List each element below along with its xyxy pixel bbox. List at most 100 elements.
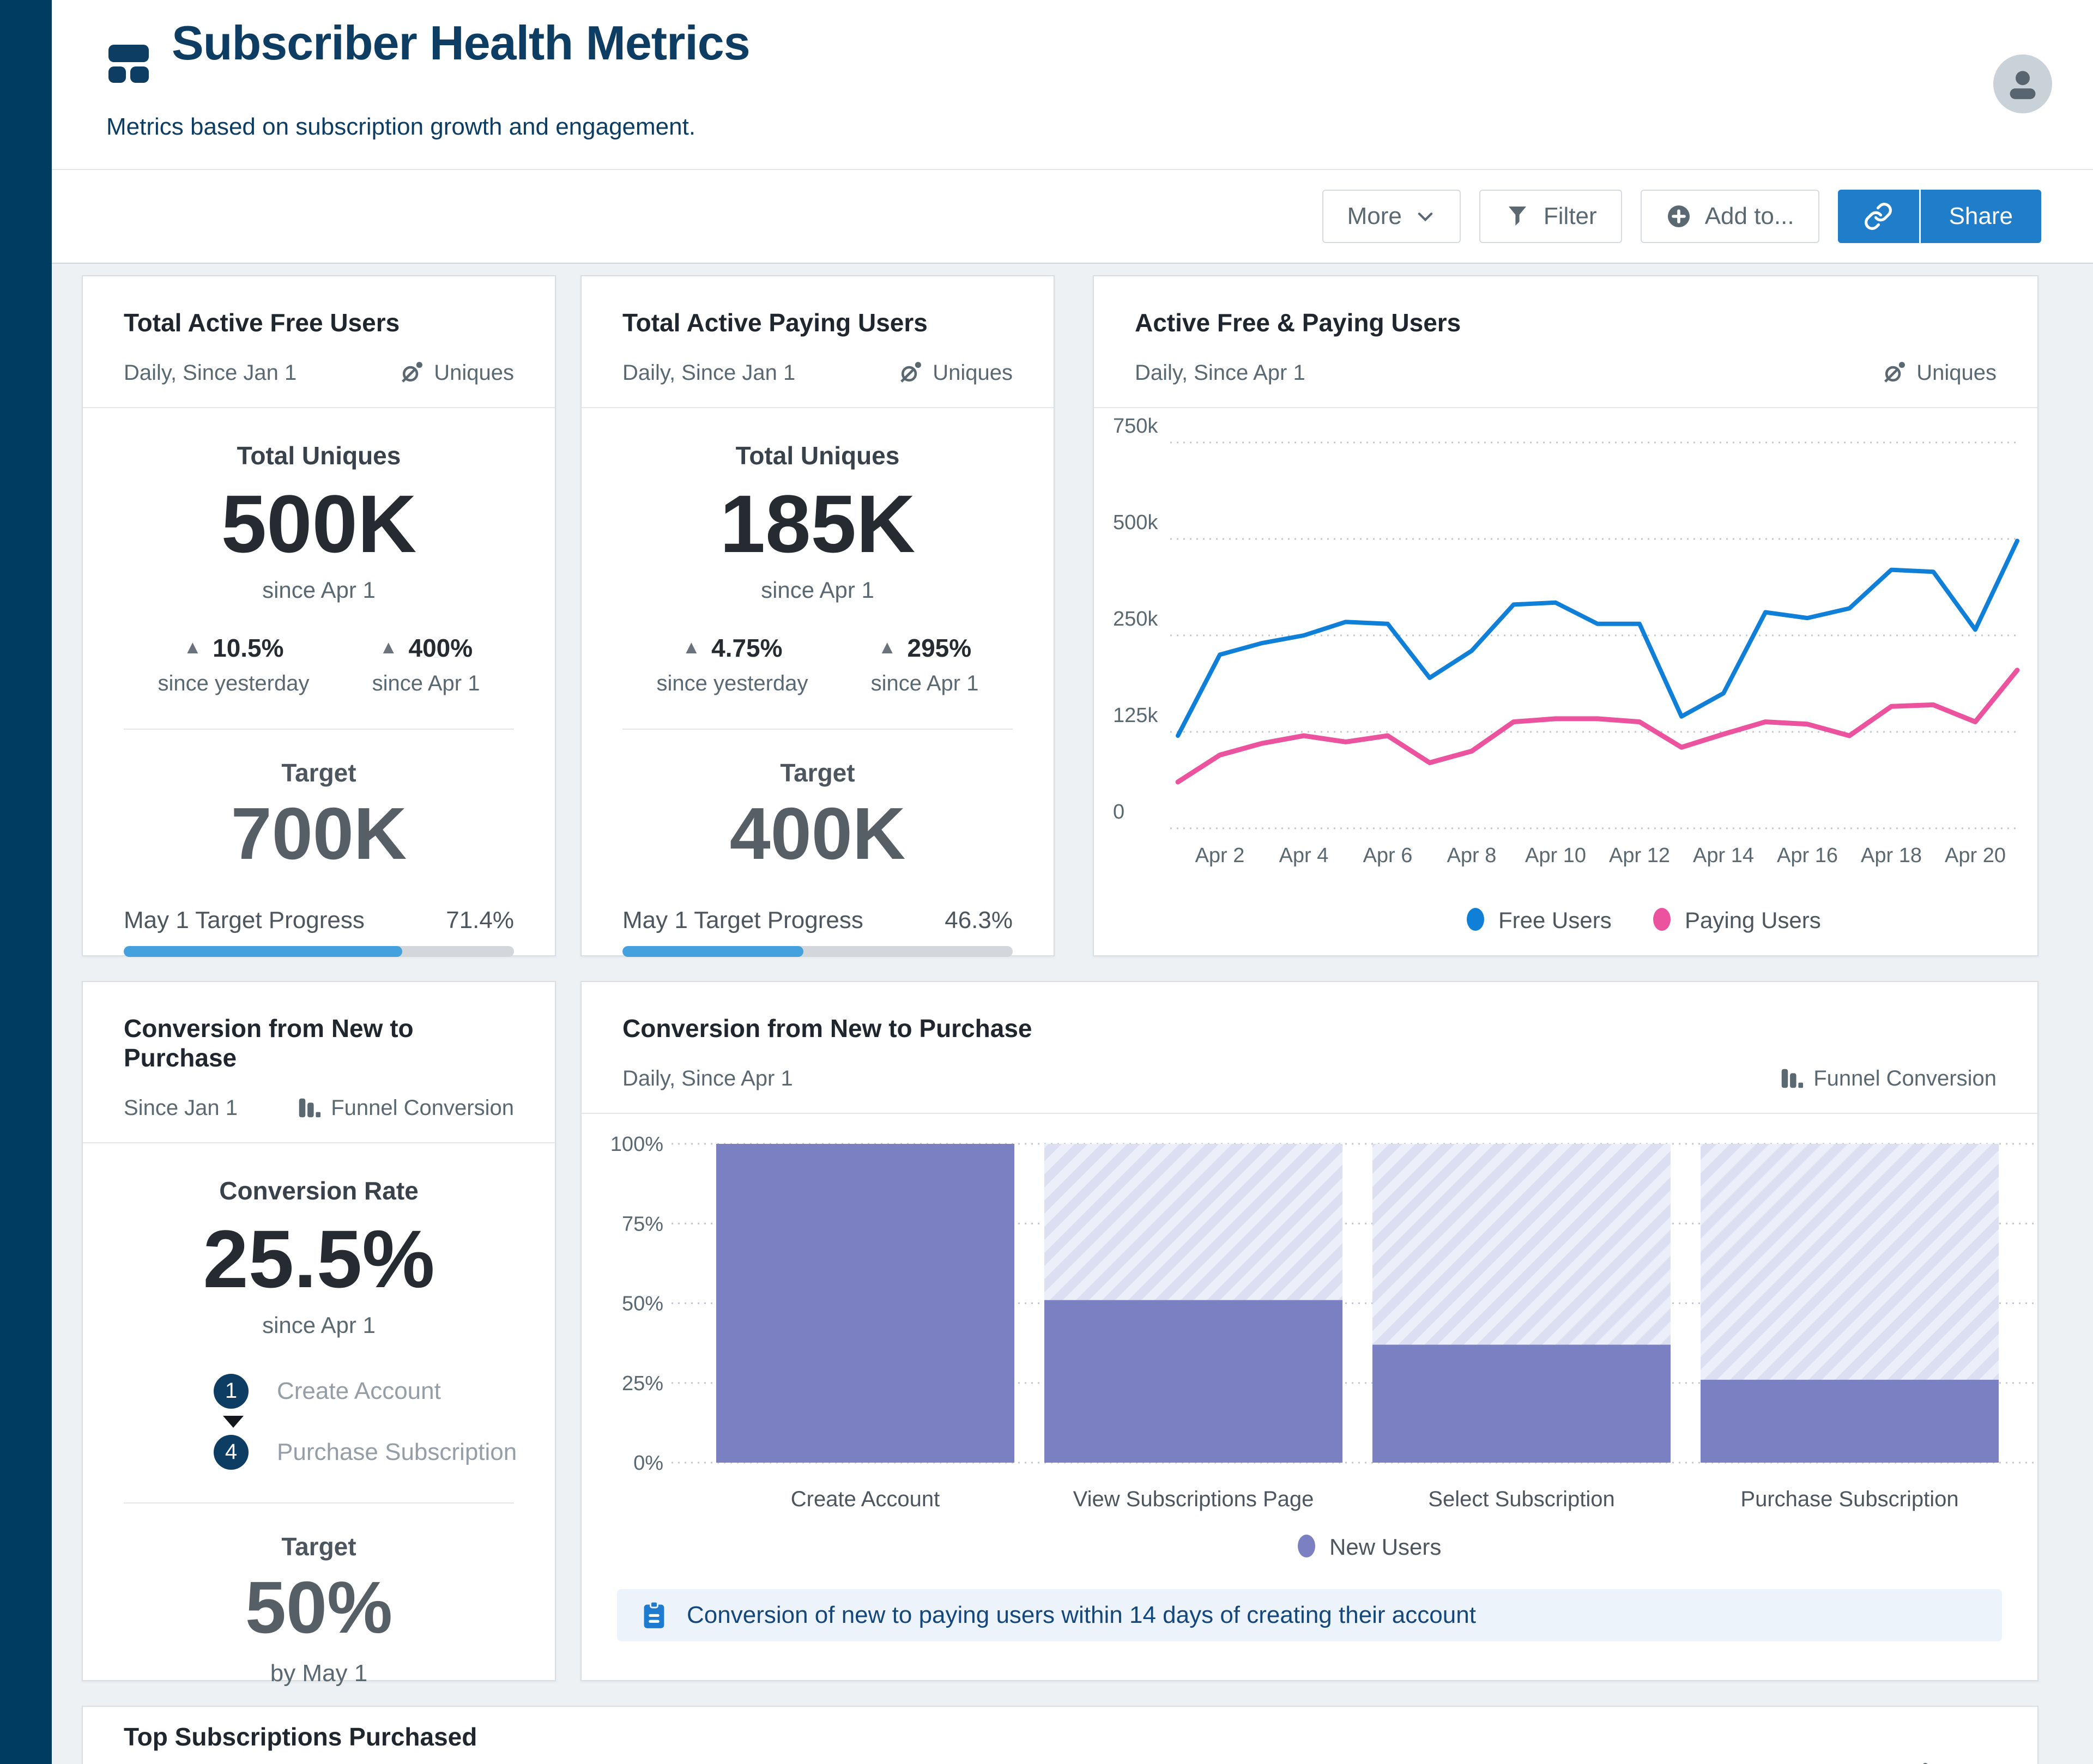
svg-text:25%: 25%	[622, 1372, 663, 1395]
delta-yesterday: ▲ 10.5% since yesterday	[158, 633, 310, 695]
filter-button[interactable]: Filter	[1479, 190, 1622, 243]
card-head: Total Active Free Users Daily, Since Jan…	[83, 276, 555, 408]
filter-button-label: Filter	[1543, 203, 1597, 229]
more-button-label: More	[1347, 203, 1402, 229]
target-value: 50%	[245, 1566, 393, 1648]
up-triangle-icon: ▲	[379, 637, 398, 658]
uniques-icon	[900, 362, 922, 383]
svg-text:125k: 125k	[1113, 704, 1158, 727]
svg-text:New Users: New Users	[1329, 1534, 1441, 1560]
dashboard-page: Subscriber Health Metrics Metrics based …	[0, 0, 2093, 1764]
card-body: Total Uniques 500K since Apr 1 ▲ 10.5% si…	[83, 441, 555, 957]
card-title: Active Free & Paying Users	[1135, 308, 1461, 337]
up-triangle-icon: ▲	[183, 637, 202, 658]
funnel-steps: 1 Create Account 4 Purchase Subscription	[214, 1373, 555, 1470]
more-button[interactable]: More	[1322, 190, 1461, 243]
divider	[622, 728, 1013, 730]
delta-yesterday: ▲ 4.75% since yesterday	[656, 633, 808, 695]
metric-mode: Uniques	[399, 360, 514, 385]
share-button-label: Share	[1949, 203, 2013, 229]
copy-link-button[interactable]	[1837, 190, 1921, 243]
divider	[124, 728, 514, 730]
card-total-active-free-users: Total Active Free Users Daily, Since Jan…	[82, 275, 556, 957]
progress-bar	[622, 946, 1013, 957]
page-title: Subscriber Health Metrics	[172, 16, 751, 70]
card-title: Conversion from New to Purchase	[124, 1014, 414, 1072]
metric-mode: Funnel Conversion	[1779, 1066, 1997, 1091]
svg-text:Paying Users: Paying Users	[1685, 907, 1821, 933]
person-icon	[2010, 71, 2036, 99]
svg-text:50%: 50%	[622, 1293, 663, 1316]
add-to-button[interactable]: Add to...	[1640, 190, 1819, 243]
add-to-button-label: Add to...	[1704, 203, 1794, 229]
card-subtitle: Daily, Since Jan 1	[622, 360, 796, 385]
funnel-conversion-icon	[299, 1098, 321, 1118]
svg-text:Create Account: Create Account	[791, 1487, 940, 1511]
filter-funnel-icon	[1504, 203, 1531, 229]
svg-text:100%: 100%	[610, 1133, 663, 1156]
funnel-conversion-icon	[1782, 1069, 1804, 1088]
target-caption: by May 1	[270, 1660, 368, 1687]
metric-since: since Apr 1	[262, 1312, 376, 1338]
card-subtitle: Daily, Since Apr 1	[622, 1066, 793, 1090]
progress-bar-fill	[124, 946, 403, 957]
funnel-step-1: 1 Create Account	[214, 1373, 555, 1409]
metric-mode: Funnel Conversion	[296, 1095, 514, 1120]
svg-text:Apr 2: Apr 2	[1195, 844, 1245, 867]
clipboard-icon	[644, 1601, 664, 1628]
progress-bar	[124, 946, 514, 957]
svg-text:Free Users: Free Users	[1498, 907, 1612, 933]
card-body: Conversion Rate 25.5% since Apr 1 1 Crea…	[83, 1176, 555, 1687]
target-label: Target	[281, 1532, 356, 1561]
svg-text:Apr 12: Apr 12	[1609, 844, 1670, 867]
svg-text:Apr 20: Apr 20	[1945, 844, 2006, 867]
metric-label: Total Uniques	[735, 441, 900, 470]
svg-text:Apr 10: Apr 10	[1525, 844, 1586, 867]
card-title: Total Active Paying Users	[622, 308, 928, 337]
card-head: Conversion from New to Purchase Daily, S…	[582, 982, 2037, 1114]
svg-text:Purchase Subscription: Purchase Subscription	[1740, 1487, 1958, 1511]
svg-text:Apr 16: Apr 16	[1777, 844, 1838, 867]
card-head: Top Subscriptions Purchased Daily, Apr-J…	[83, 1707, 2037, 1764]
target-label: Target	[281, 758, 356, 787]
metric-value: 500K	[221, 478, 417, 569]
card-title: Total Active Free Users	[124, 308, 400, 337]
card-head: Active Free & Paying Users Daily, Since …	[1094, 276, 2037, 408]
card-head: Conversion from New to Purchase Since Ja…	[83, 982, 555, 1143]
funnel-step-2: 4 Purchase Subscription	[214, 1434, 555, 1470]
svg-text:View Subscriptions Page: View Subscriptions Page	[1073, 1487, 1314, 1511]
card-subtitle: Daily, Since Apr 1	[1135, 360, 1305, 385]
metric-since: since Apr 1	[262, 577, 376, 603]
card-subtitle: Since Jan 1	[124, 1095, 238, 1120]
svg-text:75%: 75%	[622, 1213, 663, 1235]
target-value: 400K	[729, 792, 906, 875]
divider	[124, 1502, 514, 1504]
target-label: Target	[780, 758, 855, 787]
svg-text:250k: 250k	[1113, 608, 1158, 631]
share-button[interactable]: Share	[1920, 190, 2041, 243]
card-active-free-paying-users-chart: 750k 500k 250k 125k 0 Apr 2 Apr 4 Apr 6 Apr 8 Apr…	[1093, 275, 2038, 956]
toolbar: More Filter Add to... Share	[52, 170, 2093, 264]
metric-mode: Uniques	[898, 360, 1013, 385]
card-top-subscriptions: Top Subscriptions Purchased Daily, Apr-J…	[82, 1706, 2038, 1764]
uniques-icon	[1884, 362, 1906, 383]
card-body: Total Uniques 185K since Apr 1 ▲ 4.75% si…	[582, 441, 1054, 957]
avatar[interactable]	[1993, 54, 2052, 113]
card-conversion-summary: Conversion from New to Purchase Since Ja…	[82, 981, 556, 1687]
svg-text:500k: 500k	[1113, 511, 1158, 534]
uniques-icon	[1922, 1763, 1928, 1764]
chart-note-text: Conversion of new to paying users within…	[687, 1602, 1476, 1628]
metric-label: Total Uniques	[237, 441, 401, 470]
target-progress-row: May 1 Target Progress 71.4%	[124, 907, 514, 934]
card-title: Conversion from New to Purchase	[622, 1014, 1032, 1042]
svg-text:0: 0	[1113, 801, 1124, 823]
card-head: Total Active Paying Users Daily, Since J…	[582, 276, 1054, 408]
svg-text:750k: 750k	[1113, 415, 1158, 438]
svg-text:Apr 14: Apr 14	[1693, 844, 1754, 867]
metric-mode: Totals	[1905, 1761, 1997, 1764]
chevron-down-icon	[1415, 206, 1436, 227]
chart-note: Conversion of new to paying users within…	[617, 1589, 2002, 1641]
step-number-badge: 1	[214, 1373, 249, 1409]
progress-bar-fill	[622, 946, 803, 957]
svg-text:Apr 6: Apr 6	[1363, 844, 1413, 867]
